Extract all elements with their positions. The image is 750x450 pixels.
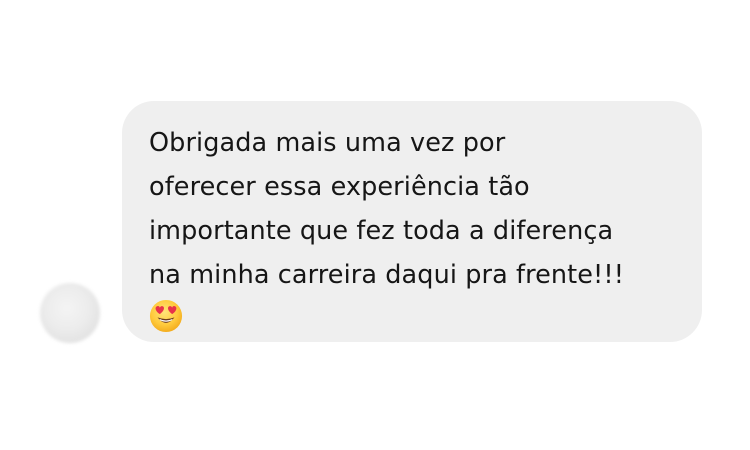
message-line: oferecer essa experiência tão bbox=[149, 172, 530, 202]
message-line: Obrigada mais uma vez por bbox=[149, 128, 506, 158]
message-bubble[interactable]: Obrigada mais uma vez por oferecer essa … bbox=[122, 101, 702, 342]
message-line: na minha carreira daqui pra frente!!! bbox=[149, 260, 625, 290]
heart-eyes-emoji-icon bbox=[149, 299, 183, 333]
message-line: importante que fez toda a diferença bbox=[149, 216, 614, 246]
avatar[interactable] bbox=[40, 283, 100, 343]
